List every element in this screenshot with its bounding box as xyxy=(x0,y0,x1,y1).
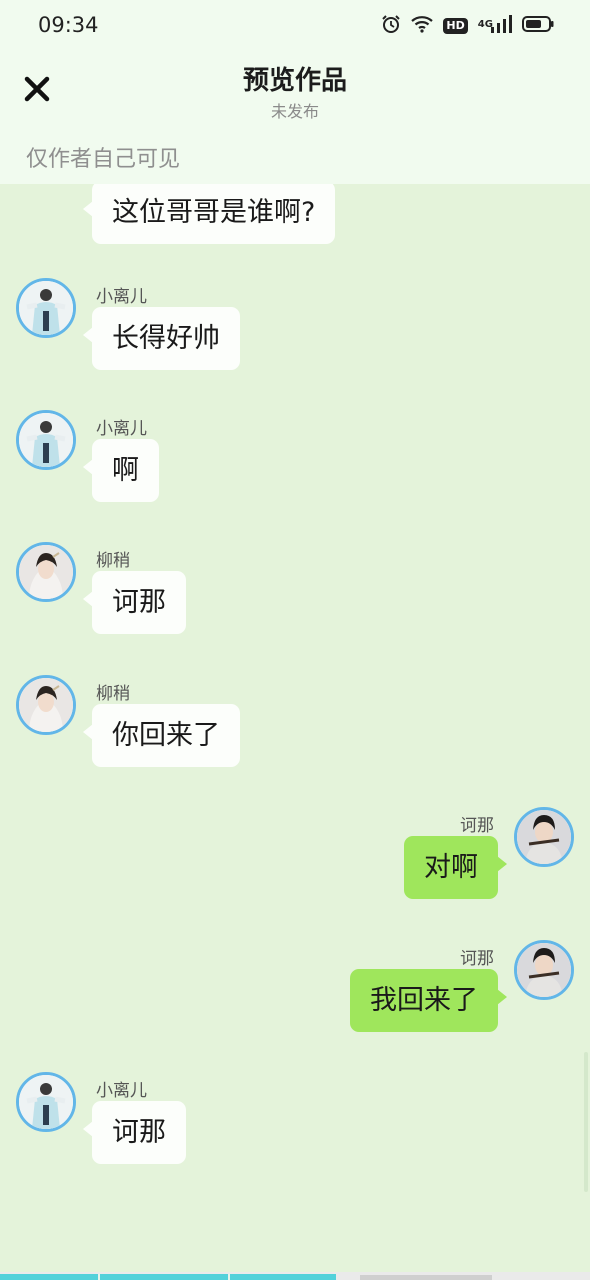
xiaolier-avatar[interactable] xyxy=(16,1072,76,1132)
wifi-icon xyxy=(411,15,434,37)
progress-buffer xyxy=(360,1275,492,1280)
status-time: 09:34 xyxy=(38,13,99,37)
message-bubble[interactable]: 诃那 xyxy=(83,1101,186,1164)
status-bar: 09:34 HD 4G xyxy=(0,0,590,52)
message-bubble[interactable]: 对啊 xyxy=(404,836,507,899)
status-icons: HD 4G xyxy=(381,14,554,38)
page-subtitle: 未发布 xyxy=(270,102,319,121)
message-bubble[interactable]: 我回来了 xyxy=(350,969,507,1032)
progress-segment-divider xyxy=(228,1274,230,1280)
alarm-icon xyxy=(381,14,401,38)
chat-area[interactable]: 这位哥哥是谁啊? 小离儿 长得好帅 小离儿 啊 柳稍 诃那 柳稍 你回来了 诃那… xyxy=(0,184,590,1272)
sender-name: 诃那 xyxy=(460,816,494,836)
playback-progress-bar[interactable] xyxy=(0,1272,590,1280)
sender-name: 小离儿 xyxy=(96,419,147,439)
scrollbar[interactable] xyxy=(584,1052,588,1192)
message-bubble[interactable]: 诃那 xyxy=(83,571,186,634)
message-bubble[interactable]: 你回来了 xyxy=(83,704,240,767)
liushao-avatar[interactable] xyxy=(16,542,76,602)
sender-name: 柳稍 xyxy=(96,684,130,704)
sender-name: 柳稍 xyxy=(96,551,130,571)
header: 09:34 HD 4G 预览作品 未发布 仅作者自己可见 xyxy=(0,0,590,184)
network-type: 4G xyxy=(477,19,493,30)
hd-icon: HD xyxy=(443,18,468,34)
progress-segment-divider xyxy=(98,1274,100,1280)
liushao-avatar[interactable] xyxy=(16,675,76,735)
signal-icon: 4G xyxy=(478,15,512,37)
xiaolier-avatar[interactable] xyxy=(16,410,76,470)
sender-name: 小离儿 xyxy=(96,287,147,307)
page-title: 预览作品 xyxy=(242,66,347,96)
playback-progress-fill xyxy=(0,1274,337,1280)
message-bubble[interactable]: 长得好帅 xyxy=(83,307,240,370)
battery-icon xyxy=(522,15,554,37)
sender-name: 小离儿 xyxy=(96,1081,147,1101)
hena-avatar[interactable] xyxy=(514,807,574,867)
message-bubble[interactable]: 这位哥哥是谁啊? xyxy=(82,184,336,244)
hena-avatar[interactable] xyxy=(514,940,574,1000)
sender-name: 诃那 xyxy=(460,949,494,969)
visibility-note: 仅作者自己可见 xyxy=(26,147,181,172)
message-bubble[interactable]: 啊 xyxy=(83,439,159,502)
xiaolier-avatar[interactable] xyxy=(16,278,76,338)
